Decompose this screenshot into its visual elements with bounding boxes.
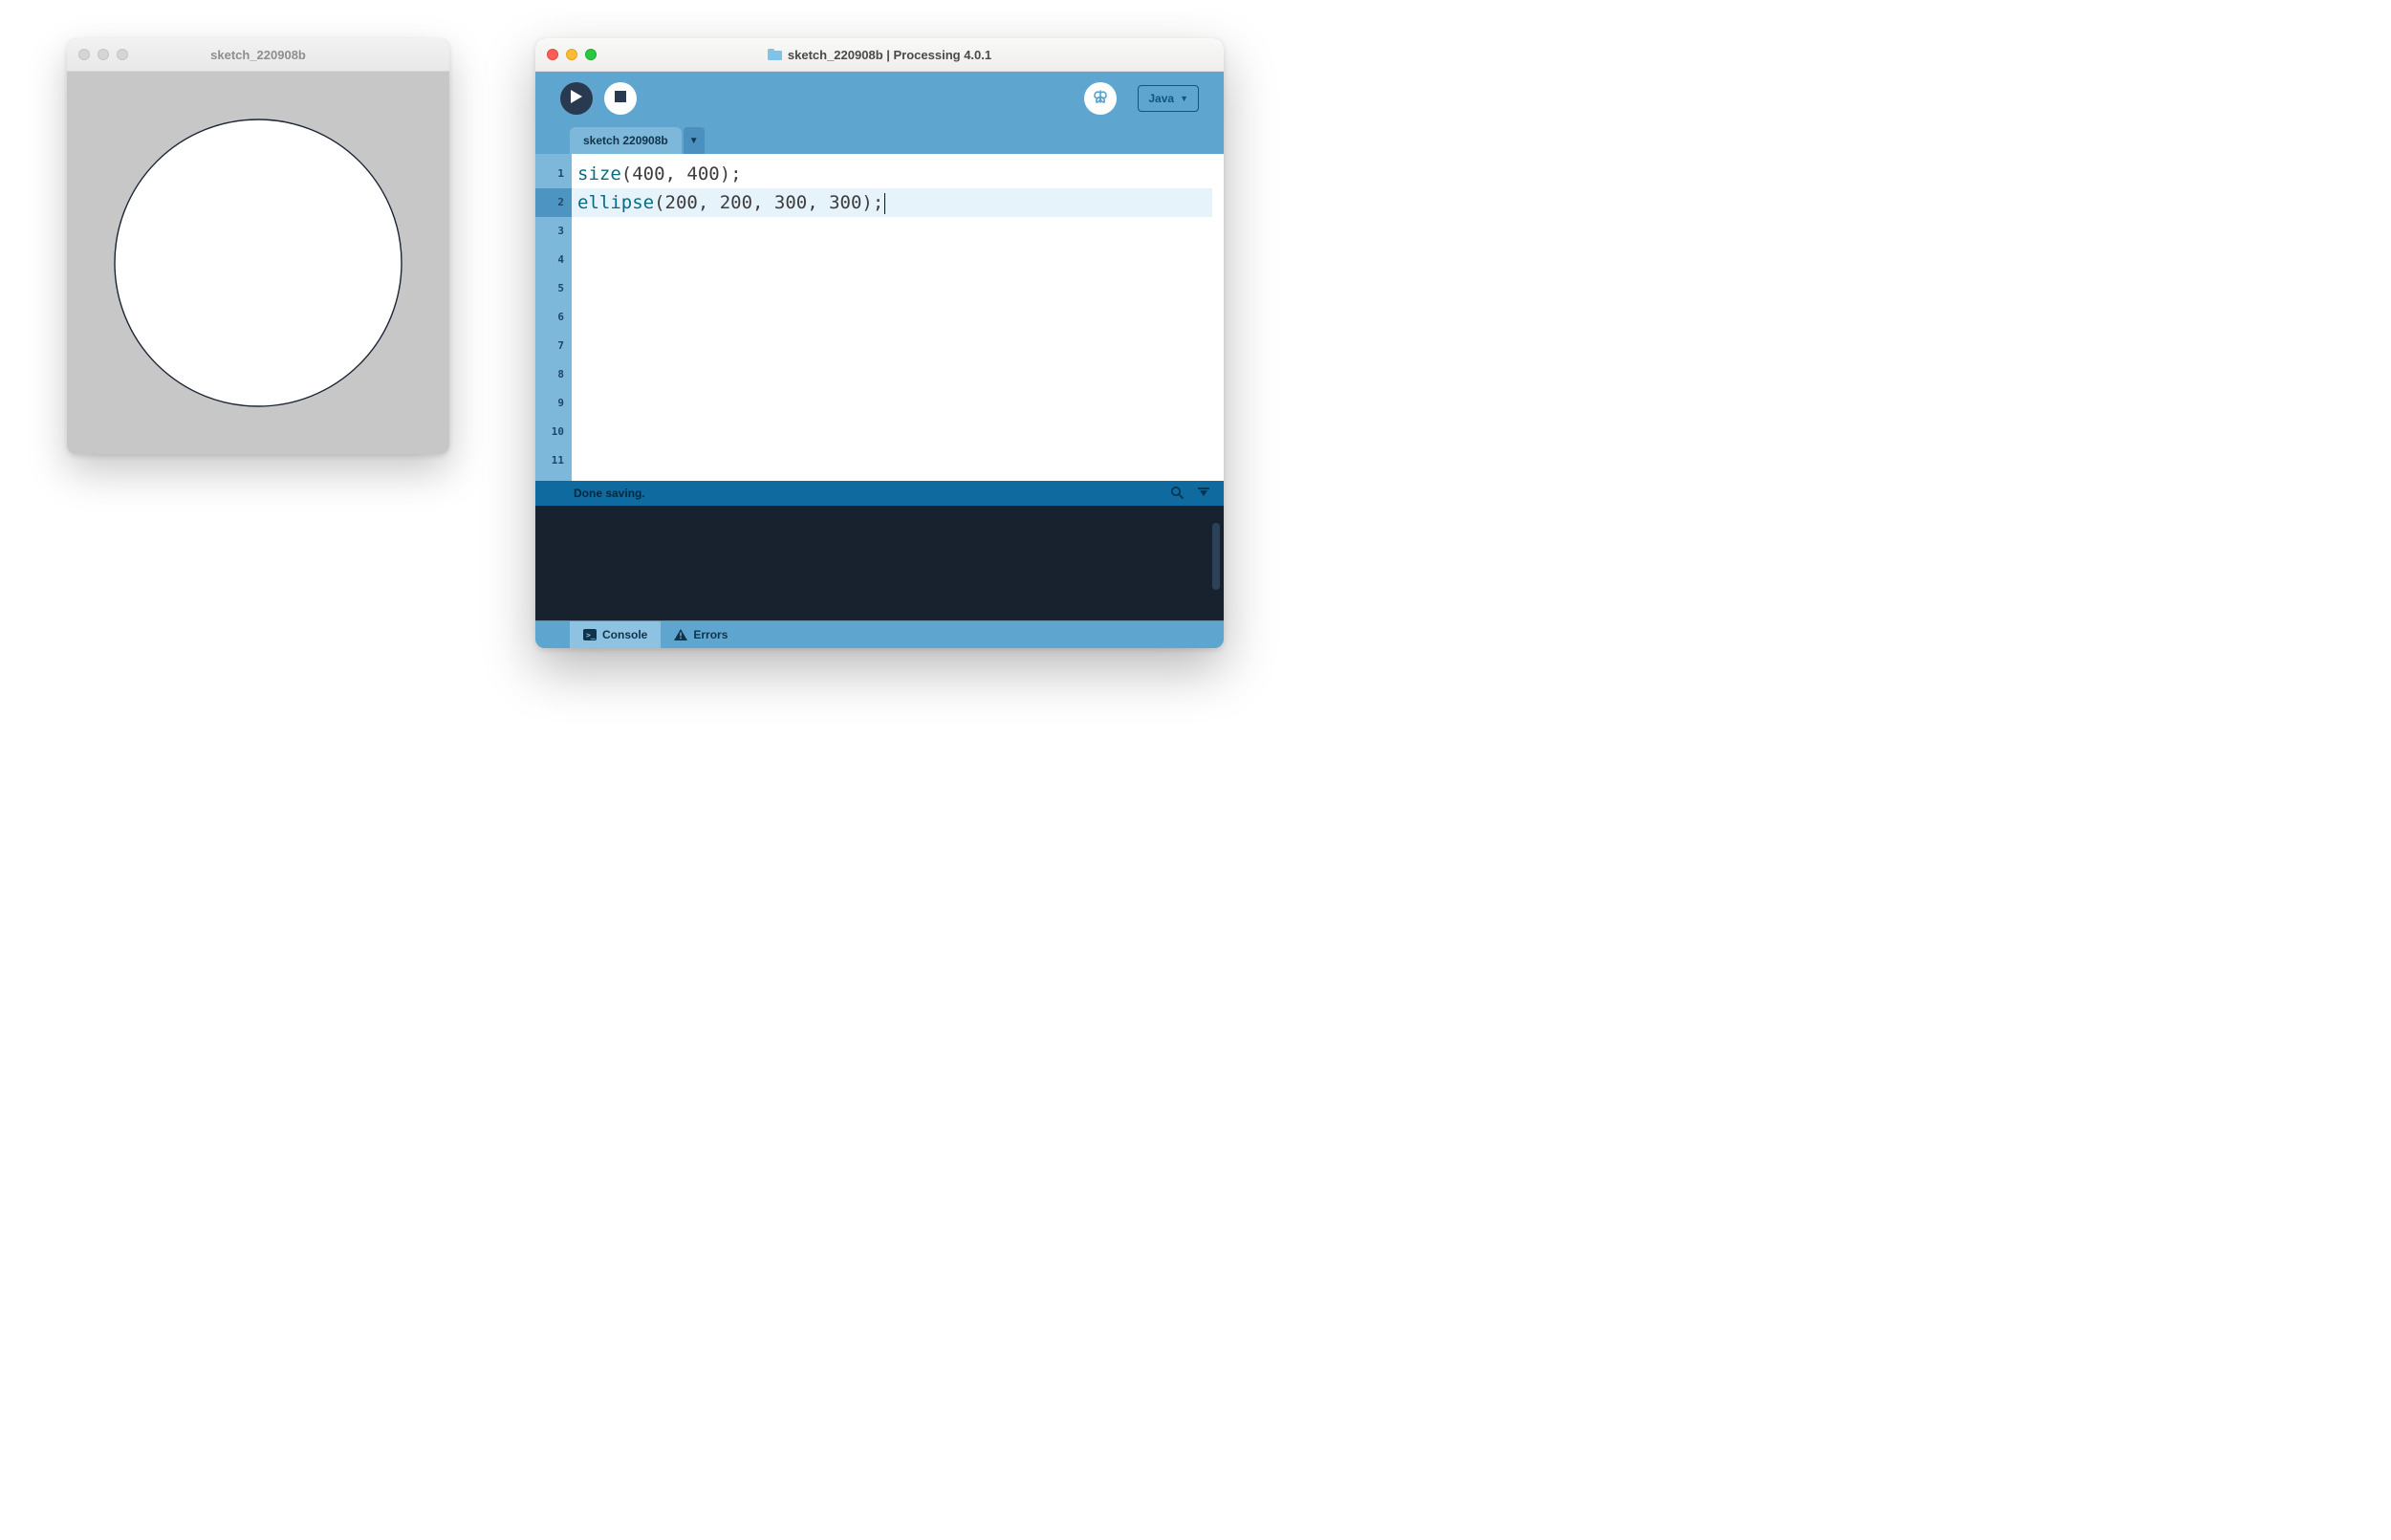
code-line: [572, 217, 1212, 246]
line-number-gutter: 1 2 3 4 5 6 7 8 9 10 11: [535, 154, 572, 481]
svg-text:>_: >_: [586, 631, 596, 640]
ide-titlebar[interactable]: sketch_220908b | Processing 4.0.1: [535, 38, 1224, 72]
code-args: (200, 200, 300, 300);: [654, 192, 883, 213]
run-button[interactable]: [560, 82, 593, 115]
minimize-icon[interactable]: [566, 49, 577, 60]
line-number: 4: [535, 246, 572, 274]
stop-button[interactable]: [604, 82, 637, 115]
code-line: [572, 274, 1212, 303]
code-line: [572, 246, 1212, 274]
zoom-icon[interactable]: [585, 49, 597, 60]
code-line: size(400, 400);: [572, 160, 1212, 188]
ide-title-text: sketch_220908b | Processing 4.0.1: [788, 48, 991, 62]
ide-window: sketch_220908b | Processing 4.0.1: [535, 38, 1224, 648]
sketch-window-title: sketch_220908b: [210, 48, 306, 62]
text-cursor: [884, 193, 885, 214]
tab-row: sketch 220908b ▼: [535, 125, 1224, 154]
folder-icon: [768, 49, 782, 60]
line-number: 2: [535, 188, 572, 217]
ide-window-controls: [547, 38, 597, 71]
line-number: 10: [535, 418, 572, 446]
sketch-tab-label: sketch 220908b: [583, 134, 668, 147]
code-line: [572, 418, 1212, 446]
mode-selector[interactable]: Java ▼: [1138, 85, 1199, 112]
line-number: 8: [535, 360, 572, 389]
line-number: 11: [535, 446, 572, 475]
mode-label: Java: [1148, 92, 1174, 105]
ide-window-title: sketch_220908b | Processing 4.0.1: [768, 48, 991, 62]
code-function: ellipse: [577, 192, 654, 213]
search-icon[interactable]: [1170, 486, 1184, 502]
status-message: Done saving.: [574, 487, 645, 500]
line-number: 3: [535, 217, 572, 246]
code-line: ellipse(200, 200, 300, 300);: [572, 188, 1212, 217]
terminal-icon: >_: [583, 629, 597, 640]
code-line: [572, 332, 1212, 360]
sketch-output-window: sketch_220908b: [67, 38, 449, 454]
close-icon[interactable]: [78, 49, 90, 60]
errors-tab-label: Errors: [693, 628, 728, 641]
code-line: [572, 303, 1212, 332]
line-number: 6: [535, 303, 572, 332]
code-line: [572, 360, 1212, 389]
sketch-window-controls: [78, 38, 128, 71]
console-tab[interactable]: >_ Console: [570, 621, 661, 648]
code-line: [572, 446, 1212, 475]
play-icon: [571, 90, 582, 108]
code-args: (400, 400);: [621, 163, 742, 184]
ide-toolbar: Java ▼: [535, 72, 1224, 125]
code-function: size: [577, 163, 621, 184]
sketch-titlebar[interactable]: sketch_220908b: [67, 38, 449, 72]
editor-area: 1 2 3 4 5 6 7 8 9 10 11 size(400, 400); …: [535, 154, 1224, 481]
minimize-icon[interactable]: [98, 49, 109, 60]
tab-dropdown-button[interactable]: ▼: [684, 127, 705, 154]
stop-icon: [615, 90, 626, 107]
sketch-canvas: [67, 72, 449, 454]
line-number: 5: [535, 274, 572, 303]
debug-button[interactable]: [1084, 82, 1117, 115]
bottom-tabs: >_ Console Errors: [535, 620, 1224, 648]
close-icon[interactable]: [547, 49, 558, 60]
butterfly-icon: [1092, 89, 1109, 109]
code-line: [572, 389, 1212, 418]
ellipse-shape: [115, 119, 402, 406]
chevron-down-icon: ▼: [1180, 94, 1188, 103]
scrollbar-thumb[interactable]: [1212, 523, 1220, 590]
warning-icon: [674, 629, 687, 640]
sketch-drawing: [67, 72, 449, 454]
status-bar: Done saving.: [535, 481, 1224, 506]
console-tab-label: Console: [602, 628, 647, 641]
line-number: 1: [535, 160, 572, 188]
console-output[interactable]: [535, 506, 1224, 620]
code-editor[interactable]: size(400, 400); ellipse(200, 200, 300, 3…: [572, 154, 1212, 481]
zoom-icon[interactable]: [117, 49, 128, 60]
line-number: 9: [535, 389, 572, 418]
collapse-icon[interactable]: [1197, 486, 1210, 502]
line-number: 7: [535, 332, 572, 360]
sketch-tab[interactable]: sketch 220908b: [570, 127, 682, 154]
errors-tab[interactable]: Errors: [661, 621, 741, 648]
chevron-down-icon: ▼: [689, 136, 699, 146]
